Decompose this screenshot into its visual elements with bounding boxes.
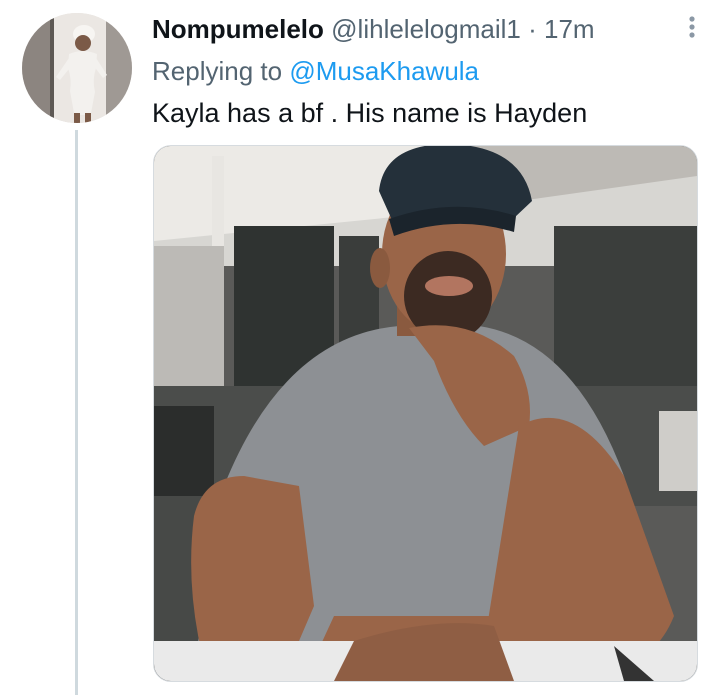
display-name[interactable]: Nompumelelo (152, 14, 324, 44)
thread-line (75, 130, 78, 695)
separator-dot: · (528, 14, 537, 44)
photo-image (154, 146, 697, 681)
tweet-text: Kayla has a bf . His name is Hayden (152, 98, 588, 128)
replying-to-label: Replying to (152, 56, 283, 86)
avatar-image (22, 13, 132, 123)
tweet-photo[interactable] (153, 145, 698, 682)
avatar[interactable] (22, 13, 132, 123)
user-handle[interactable]: @lihlelelogmail1 (331, 14, 521, 44)
mention-link[interactable]: @MusaKhawula (289, 56, 479, 86)
more-vertical-icon[interactable] (686, 12, 698, 42)
replying-to-line: Replying to @MusaKhawula (152, 54, 479, 88)
tweet-header: Nompumelelo @lihlelelogmail1 · 17m (152, 12, 700, 46)
timestamp[interactable]: 17m (544, 14, 595, 44)
